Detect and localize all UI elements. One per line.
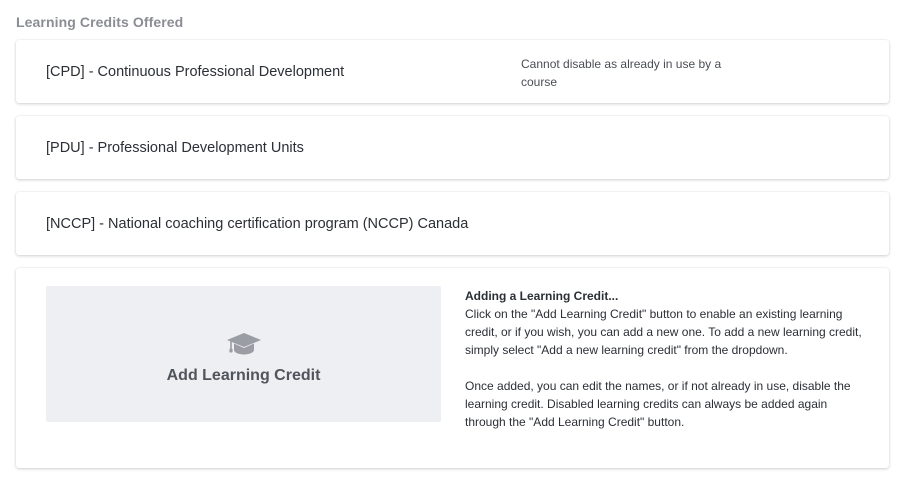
credit-label: [NCCP] - National coaching certification… xyxy=(46,215,469,232)
credit-label: [CPD] - Continuous Professional Developm… xyxy=(46,63,345,80)
add-credit-card: Add Learning Credit Adding a Learning Cr… xyxy=(16,268,889,468)
add-learning-credit-button[interactable]: Add Learning Credit xyxy=(46,286,441,422)
add-learning-credit-label: Add Learning Credit xyxy=(166,367,321,384)
help-paragraph-2: Once added, you can edit the names, or i… xyxy=(465,379,851,429)
help-heading: Adding a Learning Credit... xyxy=(465,289,619,303)
credit-note: Cannot disable as already in use by a co… xyxy=(521,57,722,89)
graduation-cap-icon xyxy=(226,333,261,355)
help-paragraph-1: Click on the "Add Learning Credit" butto… xyxy=(465,307,862,357)
credit-row-cpd: [CPD] - Continuous Professional Developm… xyxy=(16,40,889,103)
credit-label: [PDU] - Professional Development Units xyxy=(46,139,304,156)
learning-credits-page: Learning Credits Offered [CPD] - Continu… xyxy=(0,0,901,477)
credit-row-pdu: [PDU] - Professional Development Units xyxy=(16,116,889,179)
credit-row-nccp: [NCCP] - National coaching certification… xyxy=(16,192,889,255)
section-title: Learning Credits Offered xyxy=(16,14,184,30)
help-text: Adding a Learning Credit... Click on the… xyxy=(465,287,865,431)
